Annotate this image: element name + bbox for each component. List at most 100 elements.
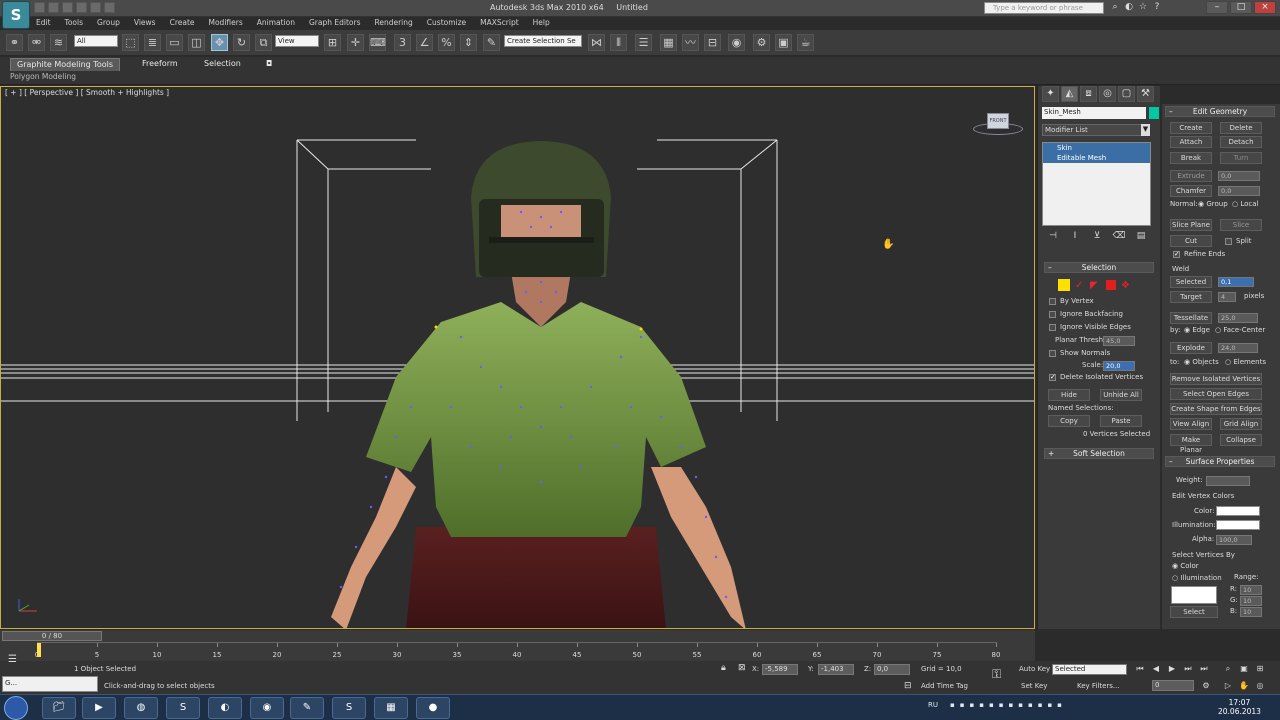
next-frame-icon[interactable]: ⏭ xyxy=(1182,663,1194,674)
add-time-tag-button[interactable]: Add Time Tag xyxy=(921,681,968,692)
paste-button[interactable]: Paste xyxy=(1100,415,1142,427)
minimize-button[interactable]: – xyxy=(1206,1,1228,14)
color-radio[interactable]: ◉ Color xyxy=(1172,562,1199,570)
ribbon-toggle-icon[interactable]: ◘ xyxy=(260,58,278,71)
field-of-view-icon[interactable]: ▷ xyxy=(1222,680,1234,691)
tab-freeform[interactable]: Freeform xyxy=(136,58,184,71)
binoculars-icon[interactable]: ⌕ xyxy=(1110,2,1120,13)
weld-threshold-spinner[interactable]: 0,1 xyxy=(1218,277,1254,287)
pin-stack-icon[interactable]: ⊣ xyxy=(1046,231,1060,243)
window-crossing-icon[interactable]: ◫ xyxy=(188,34,205,51)
menu-customize[interactable]: Customize xyxy=(427,17,466,29)
tab-graphite-modeling-tools[interactable]: Graphite Modeling Tools xyxy=(10,58,121,71)
b-range-spinner[interactable]: 10 xyxy=(1240,607,1262,617)
mirror-icon[interactable]: ⋈ xyxy=(588,34,605,51)
split-checkbox[interactable] xyxy=(1225,238,1232,245)
polygon-mode-icon[interactable] xyxy=(1106,280,1116,290)
vertex-color-swatch[interactable] xyxy=(1216,506,1260,516)
layers-icon[interactable]: ☰ xyxy=(8,654,17,665)
group-radio[interactable]: ◉ Group xyxy=(1198,200,1228,208)
named-selection-set-select[interactable]: Create Selection Se xyxy=(504,35,582,47)
vertex-mode-icon[interactable] xyxy=(1058,279,1070,291)
weld-target-spinner[interactable]: 4 xyxy=(1218,292,1236,302)
elements-radio[interactable]: ○ Elements xyxy=(1225,358,1266,366)
illumination-swatch[interactable] xyxy=(1216,520,1260,530)
angle-snap-icon[interactable]: ∠ xyxy=(416,34,433,51)
remove-modifier-icon[interactable]: ⌫ xyxy=(1112,231,1126,243)
menu-views[interactable]: Views xyxy=(134,17,156,29)
selection-rollout-header[interactable]: – Selection xyxy=(1044,262,1154,273)
rect-region-icon[interactable]: ▭ xyxy=(166,34,183,51)
copy-button[interactable]: Copy xyxy=(1048,415,1090,427)
menu-help[interactable]: Help xyxy=(533,17,550,29)
make-unique-icon[interactable]: ⊻ xyxy=(1090,231,1104,243)
explode-spinner[interactable]: 24,0 xyxy=(1218,343,1258,353)
open-icon[interactable] xyxy=(48,2,59,13)
create-shape-button[interactable]: Create Shape from Edges xyxy=(1170,403,1262,415)
ignore-visible-edges-checkbox[interactable] xyxy=(1049,324,1056,331)
view-align-button[interactable]: View Align xyxy=(1170,418,1212,430)
planar-thresh-spinner[interactable]: 45,0 xyxy=(1103,336,1135,346)
auto-key-button[interactable]: Auto Key xyxy=(1019,664,1050,675)
tray-icons[interactable]: ▪▪▪▪▪▪▪▪▪▪▪▪ xyxy=(950,701,1067,709)
viewport-label[interactable]: [ + ] [ Perspective ] [ Smooth + Highlig… xyxy=(5,88,169,97)
create-tab-icon[interactable]: ✦ xyxy=(1042,86,1059,102)
start-button[interactable] xyxy=(4,696,28,720)
maximize-button[interactable]: □ xyxy=(1230,1,1252,14)
object-color-swatch[interactable] xyxy=(1149,107,1159,119)
time-slider[interactable]: 0 / 80 xyxy=(2,631,102,641)
unhide-all-button[interactable]: Unhide All xyxy=(1100,389,1142,401)
slice-plane-button[interactable]: Slice Plane xyxy=(1170,219,1212,231)
zoom-extents-icon[interactable]: ▣ xyxy=(1238,663,1250,674)
3dsmax-taskbar-icon[interactable]: S xyxy=(332,697,366,719)
align-icon[interactable]: ⫴ xyxy=(610,34,627,51)
modify-tab-icon[interactable]: ◭ xyxy=(1061,86,1078,102)
render-production-icon[interactable]: ☕ xyxy=(797,34,814,51)
local-radio[interactable]: ○ Local xyxy=(1232,200,1259,208)
help-search-input[interactable]: Type a keyword or phrase xyxy=(984,2,1104,14)
transform-mode-icon[interactable]: ⊠ xyxy=(738,663,746,673)
g-range-spinner[interactable]: 10 xyxy=(1240,596,1262,606)
help-icon[interactable]: ? xyxy=(1152,2,1162,13)
extrude-button[interactable]: Extrude xyxy=(1170,170,1212,182)
image-editor-taskbar-icon[interactable]: ▦ xyxy=(374,697,408,719)
select-object-icon[interactable]: ⬚ xyxy=(122,34,139,51)
select-move-icon[interactable]: ✥ xyxy=(211,34,228,51)
unlink-icon[interactable]: ⚮ xyxy=(28,34,45,51)
r-range-spinner[interactable]: 10 xyxy=(1240,585,1262,595)
menu-graph-editors[interactable]: Graph Editors xyxy=(309,17,361,29)
favorites-icon[interactable]: ☆ xyxy=(1138,2,1148,13)
bind-space-warp-icon[interactable]: ≋ xyxy=(50,34,67,51)
set-key-button[interactable]: Set Key xyxy=(1021,681,1047,692)
delete-button[interactable]: Delete xyxy=(1220,122,1262,134)
maxscript-listener-mini[interactable]: G... xyxy=(2,676,98,692)
z-coordinate-field[interactable]: 0,0 xyxy=(874,664,910,675)
lock-icon[interactable]: 🔒︎ xyxy=(721,663,726,673)
slice-button[interactable]: Slice xyxy=(1220,219,1262,231)
edit-geometry-rollout-header[interactable]: – Edit Geometry xyxy=(1165,106,1275,117)
viewcube[interactable]: FRONT xyxy=(987,113,1009,129)
media-player-taskbar-icon[interactable]: ▶ xyxy=(82,697,116,719)
menu-group[interactable]: Group xyxy=(97,17,120,29)
cut-button[interactable]: Cut xyxy=(1170,235,1212,247)
delete-isolated-checkbox[interactable] xyxy=(1049,373,1056,381)
select-color-swatch[interactable] xyxy=(1171,586,1217,604)
hide-button[interactable]: Hide xyxy=(1048,389,1090,401)
face-mode-icon[interactable]: ◤ xyxy=(1090,280,1100,291)
edit-named-selection-icon[interactable]: ✎ xyxy=(483,34,500,51)
select-by-color-button[interactable]: Select xyxy=(1170,606,1218,618)
tessellate-spinner[interactable]: 25,0 xyxy=(1218,313,1258,323)
by-vertex-checkbox[interactable] xyxy=(1049,298,1056,305)
material-editor-icon[interactable]: ◉ xyxy=(728,34,745,51)
snaps-toggle-icon[interactable]: 3 xyxy=(394,34,411,51)
track-bar[interactable]: 0 5 10 15 20 25 30 35 40 45 50 55 60 65 … xyxy=(35,642,1000,660)
notes-taskbar-icon[interactable]: ✎ xyxy=(290,697,324,719)
chrome-taskbar-icon[interactable]: ◍ xyxy=(124,697,158,719)
redo-icon[interactable] xyxy=(90,2,101,13)
clock[interactable]: 17:07 20.06.2013 xyxy=(1218,698,1261,716)
zoom-all-icon[interactable]: ⊞ xyxy=(1254,663,1266,674)
illumination-radio[interactable]: ○ Illumination xyxy=(1172,574,1222,582)
selection-filter-select[interactable]: All xyxy=(74,35,118,47)
edge-mode-icon[interactable]: ✓ xyxy=(1075,280,1085,291)
menu-create[interactable]: Create xyxy=(170,17,195,29)
